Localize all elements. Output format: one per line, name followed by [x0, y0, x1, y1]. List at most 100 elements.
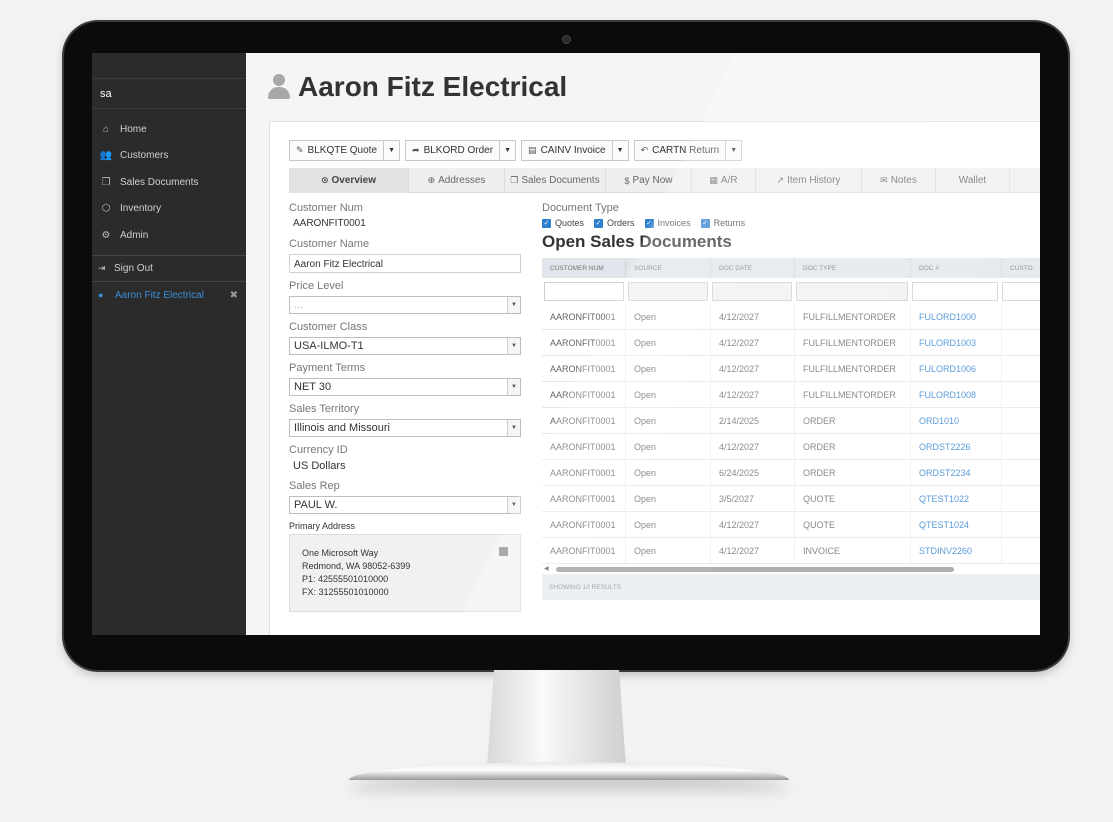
document-toolbar: ✎ BLKQTE Quote ▼ ➦ BLKORD Order ▼ ▤ CAINV I…	[289, 140, 747, 161]
doc-number-link[interactable]: FULORD1000	[911, 304, 1002, 329]
table-row[interactable]: AARONFIT0001 Open 4/12/2027 FULFILLMENTORDE…	[542, 304, 1040, 330]
filter-returns-checkbox[interactable]: ✓ Returns	[700, 218, 745, 228]
sales-rep-select[interactable]: PAUL W. ▼	[289, 496, 521, 514]
customer-panel: ✎ BLKQTE Quote ▼ ➦ BLKORD Order ▼ ▤ CAINV I…	[269, 121, 1040, 635]
tab-overview[interactable]: ⊙ Overview	[289, 168, 409, 193]
doc-number-link[interactable]: QTEST1022	[911, 486, 1002, 511]
table-row[interactable]: AARONFIT0001 Open 4/12/2027 FULFILLMENTORDE…	[542, 356, 1040, 382]
chevron-down-icon[interactable]: ▼	[500, 140, 517, 161]
filter-input[interactable]	[912, 281, 998, 301]
table-cell	[1002, 356, 1040, 381]
tab-wallet[interactable]: Wallet	[936, 168, 1010, 193]
chevron-down-icon[interactable]: ▼	[612, 140, 629, 161]
chevron-down-icon[interactable]: ▼	[726, 140, 743, 161]
doc-number-link[interactable]: FULORD1006	[911, 356, 1002, 381]
column-header[interactable]: Doc Date	[711, 258, 795, 278]
column-header[interactable]: Source	[626, 258, 711, 278]
tab-notes[interactable]: ✉ Notes	[862, 168, 936, 193]
new-order-button[interactable]: ➦ BLKORD Order	[405, 140, 501, 161]
currency-group: Currency ID US Dollars	[289, 444, 521, 473]
customer-tabs: ⊙ Overview ⊕ Addresses ❐ Sales Documents $ P…	[289, 168, 1040, 193]
sidebar-item-admin[interactable]: ⚙ Admin	[92, 222, 246, 249]
doc-number-link[interactable]: ORDST2234	[911, 460, 1002, 485]
sales-rep-group: Sales Rep PAUL W. ▼	[289, 480, 521, 514]
primary-address-label: Primary Address	[289, 521, 356, 531]
sidebar-item-customers[interactable]: 👥 Customers	[92, 143, 246, 170]
tab-addresses[interactable]: ⊕ Addresses	[409, 168, 505, 193]
chevron-down-icon[interactable]: ▼	[384, 140, 401, 161]
checkbox-icon: ✓	[700, 218, 710, 228]
table-cell: QUOTE	[795, 512, 911, 537]
table-row[interactable]: AARONFIT0001 Open 4/12/2027 FULFILLMENTORDE…	[542, 330, 1040, 356]
new-invoice-button[interactable]: ▤ CAINV Invoice	[521, 140, 613, 161]
table-row[interactable]: AARONFIT0001 Open 6/24/2025 ORDER ORDST2234	[542, 460, 1040, 486]
table-row[interactable]: AARONFIT0001 Open 4/12/2027 QUOTE QTEST1024	[542, 512, 1040, 538]
sidebar-item-sales-documents[interactable]: ❐ Sales Documents	[92, 169, 246, 196]
table-cell: Open	[626, 382, 711, 407]
address-line-1: One Microsoft Way	[302, 548, 379, 558]
customer-class-select[interactable]: USA-ILMO-T1 ▼	[289, 337, 521, 355]
table-cell: AARONFIT0001	[542, 356, 626, 381]
doc-number-link[interactable]: ORD1010	[911, 408, 1002, 433]
tab-ar[interactable]: ▦ A/R	[692, 168, 756, 193]
column-header[interactable]: Doc Type	[795, 258, 911, 278]
tab-pay-now[interactable]: $ Pay Now	[606, 168, 692, 193]
open-account-tab[interactable]: ● Aaron Fitz Electrical ✖	[92, 283, 246, 307]
filter-input[interactable]	[712, 281, 792, 301]
table-row[interactable]: AARONFIT0001 Open 2/14/2025 ORDER ORD1010	[542, 408, 1040, 434]
filter-invoices-checkbox[interactable]: ✓ Invoices	[644, 218, 691, 228]
sidebar: sa ⌂ Home 👥 Customers ❐ Sales Documents …	[92, 53, 246, 635]
close-icon[interactable]: ✖	[230, 290, 238, 301]
table-cell: 4/12/2027	[711, 538, 795, 563]
payment-terms-select[interactable]: NET 30 ▼	[289, 378, 521, 396]
new-quote-button[interactable]: ✎ BLKQTE Quote	[289, 140, 385, 161]
customer-name-input[interactable]: Aaron Fitz Electrical	[289, 254, 521, 273]
doc-number-link[interactable]: FULORD1008	[911, 382, 1002, 407]
tab-sales-documents[interactable]: ❐ Sales Documents	[505, 168, 606, 193]
new-return-button[interactable]: ↶ CARTN Return	[633, 140, 727, 161]
scrollbar-thumb[interactable]	[556, 567, 954, 572]
sidebar-item-home[interactable]: ⌂ Home	[92, 116, 246, 143]
table-cell: 4/12/2027	[711, 304, 795, 329]
column-header[interactable]: Custo	[1002, 258, 1040, 278]
user-icon	[268, 74, 290, 100]
scroll-left-icon[interactable]: ◀	[544, 565, 549, 572]
sign-out-link[interactable]: ⇥ Sign Out	[92, 256, 246, 282]
doc-number-link[interactable]: QTEST1024	[911, 512, 1002, 537]
tab-label: A/R	[720, 175, 738, 186]
table-cell: ORDER	[795, 434, 911, 459]
sales-rep-label: Sales Rep	[289, 480, 340, 492]
filter-input[interactable]	[628, 281, 708, 301]
filter-input[interactable]	[1002, 281, 1040, 301]
table-row[interactable]: AARONFIT0001 Open 4/12/2027 ORDER ORDST2226	[542, 434, 1040, 460]
sidebar-item-label: Sales Documents	[120, 176, 199, 188]
tab-item-history[interactable]: ↗ Item History	[756, 168, 862, 193]
column-header[interactable]: Doc #	[911, 258, 1002, 278]
filter-quotes-checkbox[interactable]: ✓ Quotes	[542, 218, 584, 228]
checkbox-icon: ✓	[542, 218, 551, 228]
reply-icon: ↶	[640, 145, 649, 155]
table-row[interactable]: AARONFIT0001 Open 4/12/2027 INVOICE STDINV22…	[542, 538, 1040, 564]
doc-number-link[interactable]: STDINV2260	[911, 538, 1002, 563]
price-level-select[interactable]: ... ▼	[289, 296, 521, 314]
doc-number-link[interactable]: FULORD1003	[911, 330, 1002, 355]
edit-icon[interactable]	[499, 547, 508, 556]
filter-label: Orders	[607, 218, 635, 228]
doc-number-link[interactable]: ORDST2226	[911, 434, 1002, 459]
sidebar-item-label: Customers	[120, 150, 169, 162]
new-quote-label: BLKQTE Quote	[307, 145, 378, 156]
table-row[interactable]: AARONFIT0001 Open 4/12/2027 FULFILLMENTORDE…	[542, 382, 1040, 408]
sidebar-item-inventory[interactable]: ⬡ Inventory	[92, 196, 246, 223]
monitor-stand-base	[349, 762, 789, 780]
column-header[interactable]: Customer Num	[542, 258, 626, 278]
table-row[interactable]: AARONFIT0001 Open 3/5/2027 QUOTE QTEST1022	[542, 486, 1040, 512]
filter-input[interactable]	[796, 281, 908, 301]
table-cell: Open	[626, 538, 711, 563]
filter-input[interactable]	[544, 281, 624, 301]
sales-territory-select[interactable]: Illinois and Missouri ▼	[289, 419, 521, 437]
horizontal-scrollbar[interactable]: ◀	[542, 564, 1040, 574]
table-cell: FULFILLMENTORDER	[795, 382, 911, 407]
filter-orders-checkbox[interactable]: ✓ Orders	[594, 218, 635, 228]
table-cell: 4/12/2027	[711, 330, 795, 355]
grid-footer: Showing 10 results	[542, 574, 1040, 600]
